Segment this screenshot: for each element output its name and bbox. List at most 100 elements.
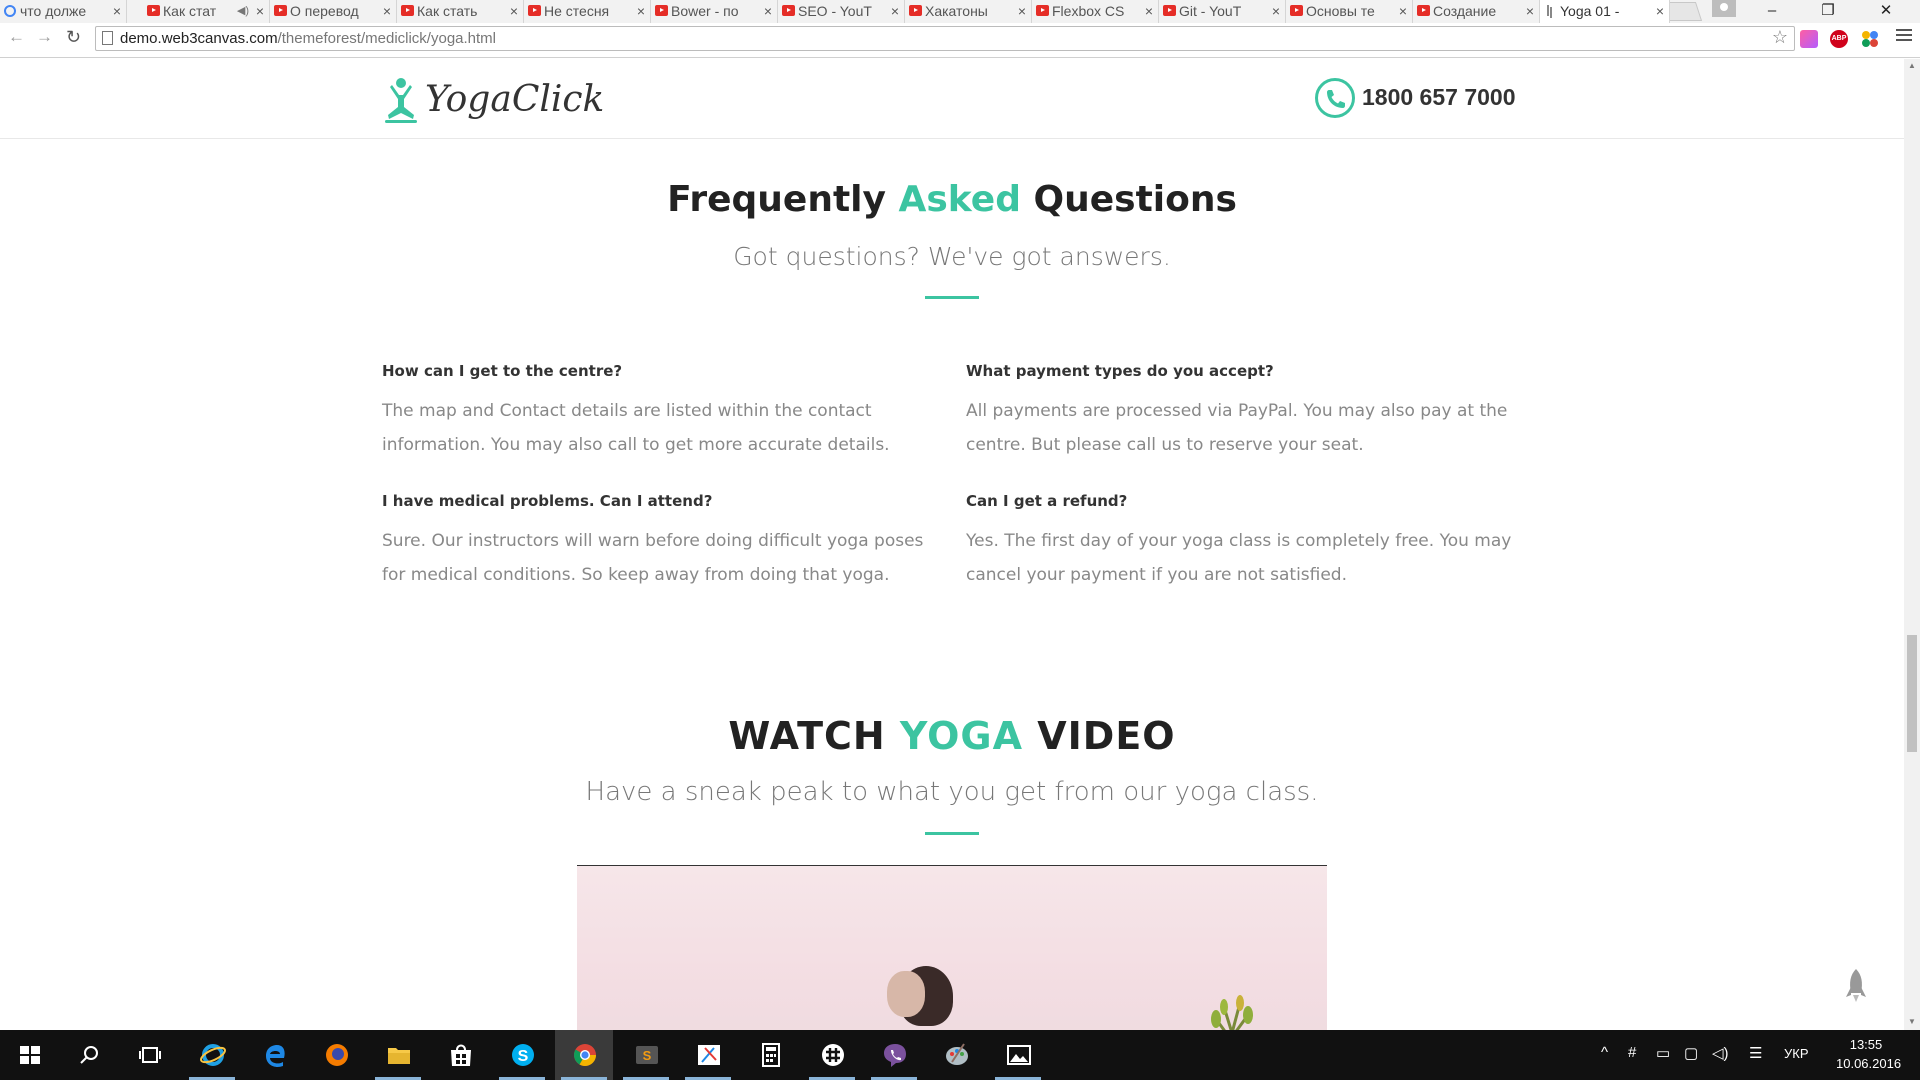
task-view-icon[interactable] bbox=[120, 1030, 178, 1080]
video-title: WATCH YOGA VIDEO bbox=[0, 714, 1904, 758]
minimize-button[interactable]: – bbox=[1752, 0, 1792, 23]
internet-explorer-icon[interactable] bbox=[183, 1030, 241, 1080]
tab-label: Создание bbox=[1433, 3, 1497, 19]
browser-toolbar: ← → ↻ demo.web3canvas.com/themeforest/me… bbox=[0, 23, 1920, 58]
youtube-icon bbox=[655, 5, 668, 16]
youtube-icon bbox=[1417, 5, 1430, 16]
chrome-icon[interactable] bbox=[555, 1030, 613, 1080]
page-scrollbar[interactable]: ▲ ▼ bbox=[1904, 59, 1920, 1030]
yoga-pose-icon bbox=[385, 78, 417, 123]
browser-tab[interactable]: Flexbox CS × bbox=[1032, 0, 1159, 23]
browser-tab[interactable]: SEO - YouT × bbox=[778, 0, 905, 23]
youtube-icon bbox=[147, 5, 160, 16]
close-tab-icon[interactable]: × bbox=[113, 0, 121, 22]
close-tab-icon[interactable]: × bbox=[1526, 0, 1534, 22]
notifications-icon[interactable]: ☰ bbox=[1749, 1044, 1762, 1062]
video-person-face bbox=[887, 971, 925, 1017]
close-tab-icon[interactable]: × bbox=[891, 0, 899, 22]
edge-icon[interactable] bbox=[245, 1030, 303, 1080]
browser-tab[interactable]: что долже × bbox=[0, 0, 127, 23]
browser-tab[interactable]: Создание × bbox=[1413, 0, 1540, 23]
tab-label: Хакатоны bbox=[925, 3, 988, 19]
browser-menu-icon[interactable] bbox=[1896, 29, 1912, 44]
viber-icon[interactable] bbox=[865, 1030, 923, 1080]
store-icon[interactable] bbox=[431, 1030, 489, 1080]
close-tab-icon[interactable]: × bbox=[764, 0, 772, 22]
snipping-icon[interactable] bbox=[679, 1030, 737, 1080]
browser-tab[interactable]: О перевод × bbox=[270, 0, 397, 23]
browser-tab[interactable]: Основы те × bbox=[1286, 0, 1413, 23]
url-host: demo.web3canvas.com bbox=[120, 30, 278, 47]
search-icon[interactable] bbox=[60, 1030, 118, 1080]
sublime-text-icon[interactable]: S bbox=[617, 1030, 675, 1080]
input-language[interactable]: УКР bbox=[1784, 1046, 1809, 1061]
close-tab-icon[interactable]: × bbox=[1145, 0, 1153, 22]
section-divider bbox=[925, 296, 979, 299]
back-arrow-icon[interactable]: ← bbox=[8, 27, 25, 47]
forward-arrow-icon[interactable]: → bbox=[36, 27, 53, 47]
faq-question: How can I get to the centre? bbox=[382, 362, 623, 380]
close-tab-icon[interactable]: × bbox=[383, 0, 391, 22]
browser-tab[interactable]: Хакатоны × bbox=[905, 0, 1032, 23]
faq-item: Can I get a refund? Yes. The first day o… bbox=[966, 492, 1526, 592]
windows-start-icon[interactable] bbox=[0, 1030, 58, 1080]
youtube-icon bbox=[782, 5, 795, 16]
skype-icon[interactable]: S bbox=[493, 1030, 551, 1080]
color-picker-icon[interactable] bbox=[1800, 30, 1818, 48]
youtube-icon bbox=[1290, 5, 1303, 16]
calculator-icon[interactable] bbox=[741, 1030, 799, 1080]
audio-playing-icon[interactable]: ◀) bbox=[237, 0, 249, 22]
file-explorer-icon[interactable] bbox=[369, 1030, 427, 1080]
browser-tab[interactable]: Как стать × bbox=[397, 0, 524, 23]
close-tab-icon[interactable]: × bbox=[1399, 0, 1407, 22]
google-icon bbox=[4, 5, 16, 17]
address-bar[interactable]: demo.web3canvas.com/themeforest/mediclic… bbox=[95, 26, 1795, 51]
close-tab-icon[interactable]: × bbox=[1018, 0, 1026, 22]
battery-icon[interactable]: ▭ bbox=[1656, 1044, 1670, 1062]
faq-item: How can I get to the centre? The map and… bbox=[382, 362, 942, 462]
network-settings-icon[interactable]: # bbox=[1628, 1044, 1636, 1061]
back-to-top-rocket-icon[interactable] bbox=[1845, 969, 1867, 1003]
plugin-icon[interactable] bbox=[1861, 30, 1879, 48]
close-tab-icon[interactable]: × bbox=[1272, 0, 1280, 22]
bookmark-star-icon[interactable]: ☆ bbox=[1772, 27, 1788, 48]
browser-tab-active[interactable]: Yoga 01 - × bbox=[1540, 0, 1670, 23]
video-title-part: VIDEO bbox=[1023, 714, 1176, 758]
firefox-icon[interactable] bbox=[307, 1030, 365, 1080]
photos-icon[interactable] bbox=[989, 1030, 1047, 1080]
reload-icon[interactable]: ↻ bbox=[66, 27, 81, 48]
close-tab-icon[interactable]: × bbox=[637, 0, 645, 22]
adblock-plus-icon[interactable]: ABP bbox=[1830, 30, 1848, 48]
close-tab-icon[interactable]: × bbox=[510, 0, 518, 22]
paint-icon[interactable] bbox=[927, 1030, 985, 1080]
close-window-button[interactable]: ✕ bbox=[1866, 0, 1906, 23]
display-icon[interactable]: ▢ bbox=[1684, 1044, 1698, 1062]
restore-button[interactable]: ❐ bbox=[1808, 0, 1848, 23]
close-tab-icon[interactable]: × bbox=[256, 0, 264, 22]
youtube-icon bbox=[909, 5, 922, 16]
faq-question: I have medical problems. Can I attend? bbox=[382, 492, 713, 510]
faq-title-part: Questions bbox=[1020, 179, 1237, 220]
browser-tab[interactable]: Как стат ◀) × bbox=[143, 0, 270, 23]
scroll-down-icon[interactable]: ▼ bbox=[1908, 1017, 1916, 1026]
video-title-accent: YOGA bbox=[899, 714, 1023, 758]
yoga-video-player[interactable] bbox=[577, 865, 1327, 1030]
browser-tab[interactable]: Bower - по × bbox=[651, 0, 778, 23]
faq-answer: Sure. Our instructors will warn before d… bbox=[382, 531, 924, 585]
browser-tab[interactable]: Git - YouT × bbox=[1159, 0, 1286, 23]
browser-tab[interactable]: Не стесня × bbox=[524, 0, 651, 23]
volume-icon[interactable]: ◁) bbox=[1712, 1044, 1729, 1062]
scrollbar-thumb[interactable] bbox=[1907, 635, 1917, 752]
show-hidden-icons-icon[interactable]: ^ bbox=[1601, 1044, 1608, 1061]
tab-label: О перевод bbox=[290, 3, 359, 19]
close-tab-icon[interactable]: × bbox=[1656, 0, 1664, 22]
faq-subtitle: Got questions? We've got answers. bbox=[733, 242, 1171, 271]
svg-text:S: S bbox=[643, 1048, 652, 1063]
faq-title: Frequently Asked Questions bbox=[0, 179, 1904, 220]
video-subtitle: Have a sneak peak to what you get from o… bbox=[585, 777, 1319, 807]
profile-icon[interactable] bbox=[1712, 0, 1736, 17]
url-text[interactable]: demo.web3canvas.com/themeforest/mediclic… bbox=[120, 30, 496, 47]
slack-icon[interactable] bbox=[803, 1030, 861, 1080]
system-clock[interactable]: 13:55 10.06.2016 bbox=[1836, 1035, 1901, 1073]
scroll-up-icon[interactable]: ▲ bbox=[1908, 61, 1916, 70]
